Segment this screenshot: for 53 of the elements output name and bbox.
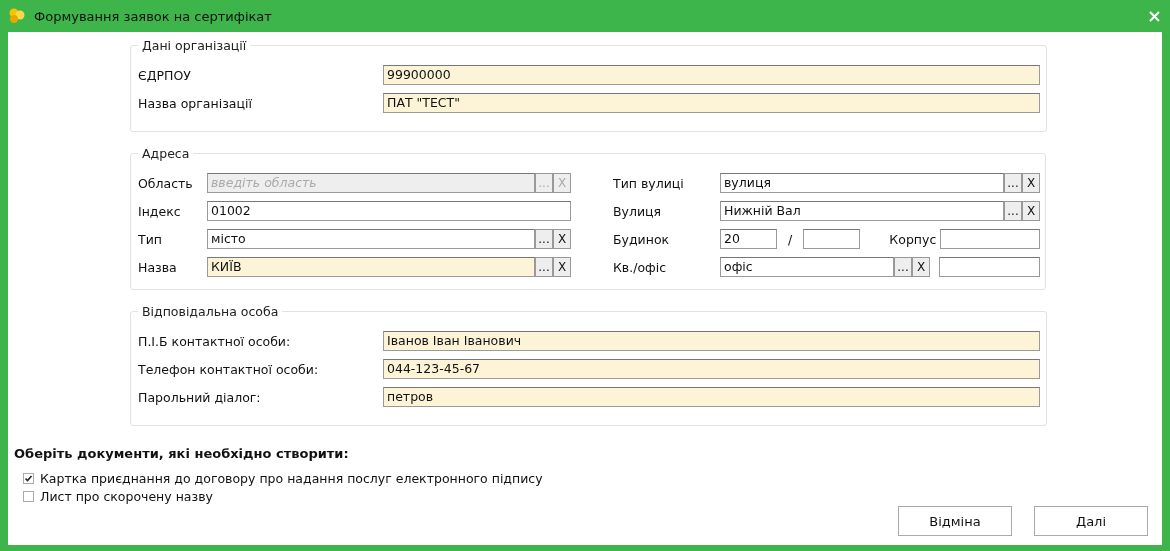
input-field[interactable]: КИЇВ — [207, 257, 535, 277]
input-field[interactable]: вулиця — [720, 173, 1004, 193]
field-button[interactable]: ... — [1004, 173, 1022, 193]
field-label: Тип — [138, 231, 163, 247]
documents-heading: Оберіть документи, які необхідно створити: — [14, 446, 350, 461]
field-label: Парольний діалог: — [138, 389, 262, 405]
checkbox-label[interactable]: Картка приєднання до договору про надання послуг електронного підпису — [40, 471, 543, 486]
window-title: Формування заявок на сертифікат — [34, 8, 273, 24]
field-label: Тип вулиці — [613, 175, 685, 191]
dialog-button[interactable]: Далі — [1034, 506, 1148, 536]
field-button[interactable]: X — [553, 257, 571, 277]
field-button[interactable]: X — [553, 229, 571, 249]
field-button[interactable]: X — [912, 257, 930, 277]
field-label: Вулиця — [613, 203, 663, 219]
field-button[interactable]: ... — [535, 257, 553, 277]
input-field[interactable] — [803, 229, 861, 249]
input-field[interactable]: 044-123-45-67 — [383, 359, 1040, 379]
input-field[interactable] — [939, 257, 1040, 277]
checkbox-label[interactable]: Лист про скорочену назву — [40, 489, 213, 504]
input-field[interactable]: 20 — [720, 229, 778, 249]
input-field[interactable]: Нижній Вал — [720, 201, 1004, 221]
checkbox[interactable] — [23, 491, 34, 502]
input-field[interactable] — [940, 229, 1040, 249]
field-label: ЄДРПОУ — [138, 67, 192, 83]
section-title: Відповідальна особа — [141, 304, 280, 319]
field-label: Кв./офіс — [613, 259, 668, 275]
separator-text: / — [787, 231, 794, 247]
field-label: Будинок — [613, 231, 671, 247]
field-label: Назва — [138, 259, 178, 275]
field-label: П.І.Б контактної особи: — [138, 333, 292, 349]
field-label: Назва організації — [138, 95, 253, 111]
field-button[interactable]: ... — [894, 257, 912, 277]
input-field[interactable]: 01002 — [207, 201, 571, 221]
section-title: Дані організації — [141, 38, 248, 53]
field-button[interactable]: ... — [1004, 201, 1022, 221]
input-field[interactable]: 99900000 — [383, 65, 1040, 85]
section-title: Адреса — [141, 146, 191, 161]
field-button[interactable]: X — [1022, 173, 1040, 193]
app-logo-icon — [8, 8, 26, 24]
field-label: Телефон контактної особи: — [138, 361, 320, 377]
field-label: Індекс — [138, 203, 182, 219]
input-field[interactable]: Іванов Іван Іванович — [383, 331, 1040, 351]
input-field[interactable]: петров — [383, 387, 1040, 407]
close-icon[interactable] — [1149, 10, 1160, 22]
input-field[interactable]: ПАТ "ТЕСТ" — [383, 93, 1040, 113]
field-label: Корпус — [888, 231, 938, 247]
field-label: Область — [138, 175, 194, 191]
checkbox[interactable] — [23, 473, 34, 484]
field-button[interactable]: X — [1022, 201, 1040, 221]
input-field[interactable]: місто — [207, 229, 535, 249]
field-button[interactable]: ... — [535, 229, 553, 249]
input-field[interactable]: офіс — [720, 257, 894, 277]
dialog-button[interactable]: Відміна — [898, 506, 1012, 536]
